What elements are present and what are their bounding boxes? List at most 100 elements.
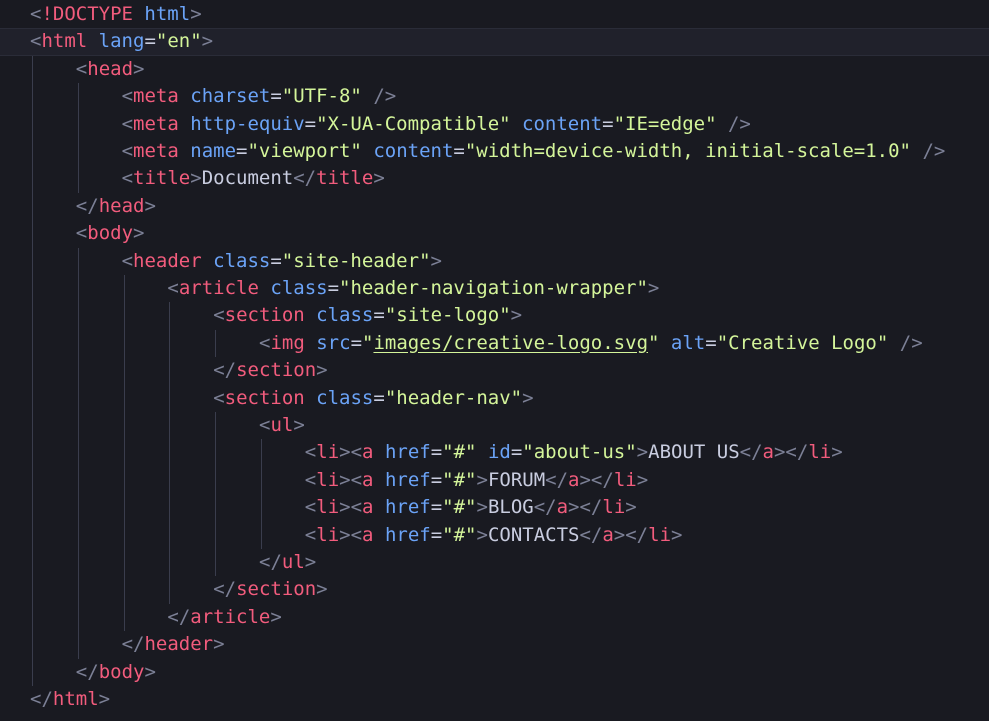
code-token-punct: </ [259, 551, 282, 573]
code-token-tag: article [178, 277, 259, 299]
code-token-tag: img [270, 331, 305, 354]
code-line[interactable]: <header class="site-header"> [0, 248, 989, 275]
code-token-eq: = [304, 112, 317, 135]
code-line[interactable]: <head> [0, 56, 989, 83]
code-token-attr: href [384, 441, 431, 464]
code-token-tag: a [556, 496, 569, 519]
code-token-eq: = [144, 30, 156, 53]
code-token-tag: article [190, 605, 271, 628]
code-line-content: <meta charset="UTF-8" /> [122, 83, 397, 110]
code-line-content: <article class="header-navigation-wrappe… [167, 275, 659, 302]
code-line[interactable]: <body> [0, 220, 989, 247]
code-token-attr: lang [98, 30, 145, 53]
code-line[interactable]: <ul> [0, 412, 989, 439]
code-token-str: "#" [442, 441, 477, 464]
code-token-str: "Creative Logo" [716, 331, 889, 354]
code-editor[interactable]: <!DOCTYPE html> <html lang="en"> <head> <me… [0, 0, 989, 721]
code-line-content: </head> [76, 193, 156, 220]
code-token-str: "header-nav" [384, 386, 523, 409]
code-token-str: "#" [442, 496, 477, 519]
code-line[interactable]: <html lang="en"> [0, 28, 989, 56]
code-token-eq: = [430, 468, 443, 491]
code-token-punct: > [213, 633, 225, 656]
code-token-str: "viewport" [247, 140, 362, 162]
code-token-punct: < [259, 331, 271, 354]
code-token-punct: </ [75, 194, 99, 217]
code-token-tag: a [362, 468, 374, 491]
code-line[interactable]: <li><a href="#" id="about-us">ABOUT US</… [0, 439, 989, 466]
code-token-eq: = [350, 331, 363, 354]
code-token-url: images/creative-logo.svg [373, 331, 649, 354]
code-line[interactable]: <meta http-equiv="X-UA-Compatible" conte… [0, 111, 989, 138]
code-line-content: <head> [76, 56, 145, 83]
code-token-tag: ul [270, 414, 294, 436]
code-line[interactable]: </section> [0, 576, 989, 603]
code-line[interactable]: </head> [0, 193, 989, 220]
code-token-punct: ></ [579, 468, 614, 491]
code-token-punct: > [133, 222, 145, 245]
code-token-eq: = [705, 331, 717, 354]
code-line[interactable]: <li><a href="#">FORUM</a></li> [0, 467, 989, 494]
code-token-punct: > [510, 304, 523, 327]
code-token-attr: class [316, 304, 374, 327]
code-token-punct: > [476, 523, 488, 546]
code-line[interactable]: <section class="header-nav"> [0, 385, 989, 412]
code-token-txt: CONTACTS [487, 523, 580, 546]
code-line-content: </body> [76, 659, 156, 686]
code-token-punct: > [522, 386, 534, 409]
code-token-punct: > [144, 660, 156, 683]
code-token-eq: = [430, 441, 443, 464]
code-line[interactable]: <meta charset="UTF-8" /> [0, 83, 989, 110]
code-line[interactable]: </header> [0, 631, 989, 658]
code-token-str: "about-us" [522, 441, 637, 464]
code-token-punct: > [201, 30, 214, 53]
code-line[interactable]: <img src="images/creative-logo.svg" alt=… [0, 330, 989, 357]
code-line[interactable]: </body> [0, 659, 989, 686]
code-line[interactable]: </ul> [0, 549, 989, 576]
code-line-content: <li><a href="#">FORUM</a></li> [305, 467, 648, 494]
code-line[interactable]: <!DOCTYPE html> [0, 1, 989, 28]
code-token-punct: </ [121, 633, 145, 656]
code-line-content: </html> [30, 686, 110, 713]
code-token-punct: < [121, 167, 134, 190]
code-token-str: "#" [442, 468, 477, 491]
code-token-str: "site-logo" [384, 304, 511, 327]
code-token-punct: > [430, 249, 442, 272]
code-line[interactable]: </article> [0, 604, 989, 631]
code-line[interactable]: </section> [0, 357, 989, 384]
code-token-tag: li [808, 441, 832, 464]
code-line[interactable]: <li><a href="#">BLOG</a></li> [0, 494, 989, 521]
code-line[interactable]: <article class="header-navigation-wrappe… [0, 275, 989, 302]
code-token-tag: !DOCTYPE [41, 3, 133, 25]
code-token-txt: ABOUT US [648, 441, 740, 464]
code-token-eq: = [373, 304, 385, 327]
code-line[interactable]: <li><a href="#">CONTACTS</a></li> [0, 522, 989, 549]
code-token-tag: a [568, 468, 580, 491]
code-token-tag: section [236, 359, 317, 382]
code-token-tag: header [133, 249, 202, 272]
code-token-punct: < [304, 441, 317, 464]
code-token-tag: html [52, 688, 99, 710]
code-token-attr: name [190, 140, 237, 162]
code-token-tag: li [316, 441, 340, 464]
code-token-punct: > [190, 167, 202, 190]
code-token-punct: >< [339, 441, 363, 464]
code-token-attr: id [487, 441, 511, 464]
code-line[interactable]: <meta name="viewport" content="width=dev… [0, 138, 989, 165]
code-token-punct: ></ [568, 496, 603, 519]
code-line[interactable]: <title>Document</title> [0, 165, 989, 192]
code-line[interactable]: </html> [0, 686, 989, 713]
code-line[interactable]: <section class="site-logo"> [0, 302, 989, 329]
code-line-content: </section> [213, 357, 327, 384]
code-token-tag: meta [133, 85, 179, 108]
